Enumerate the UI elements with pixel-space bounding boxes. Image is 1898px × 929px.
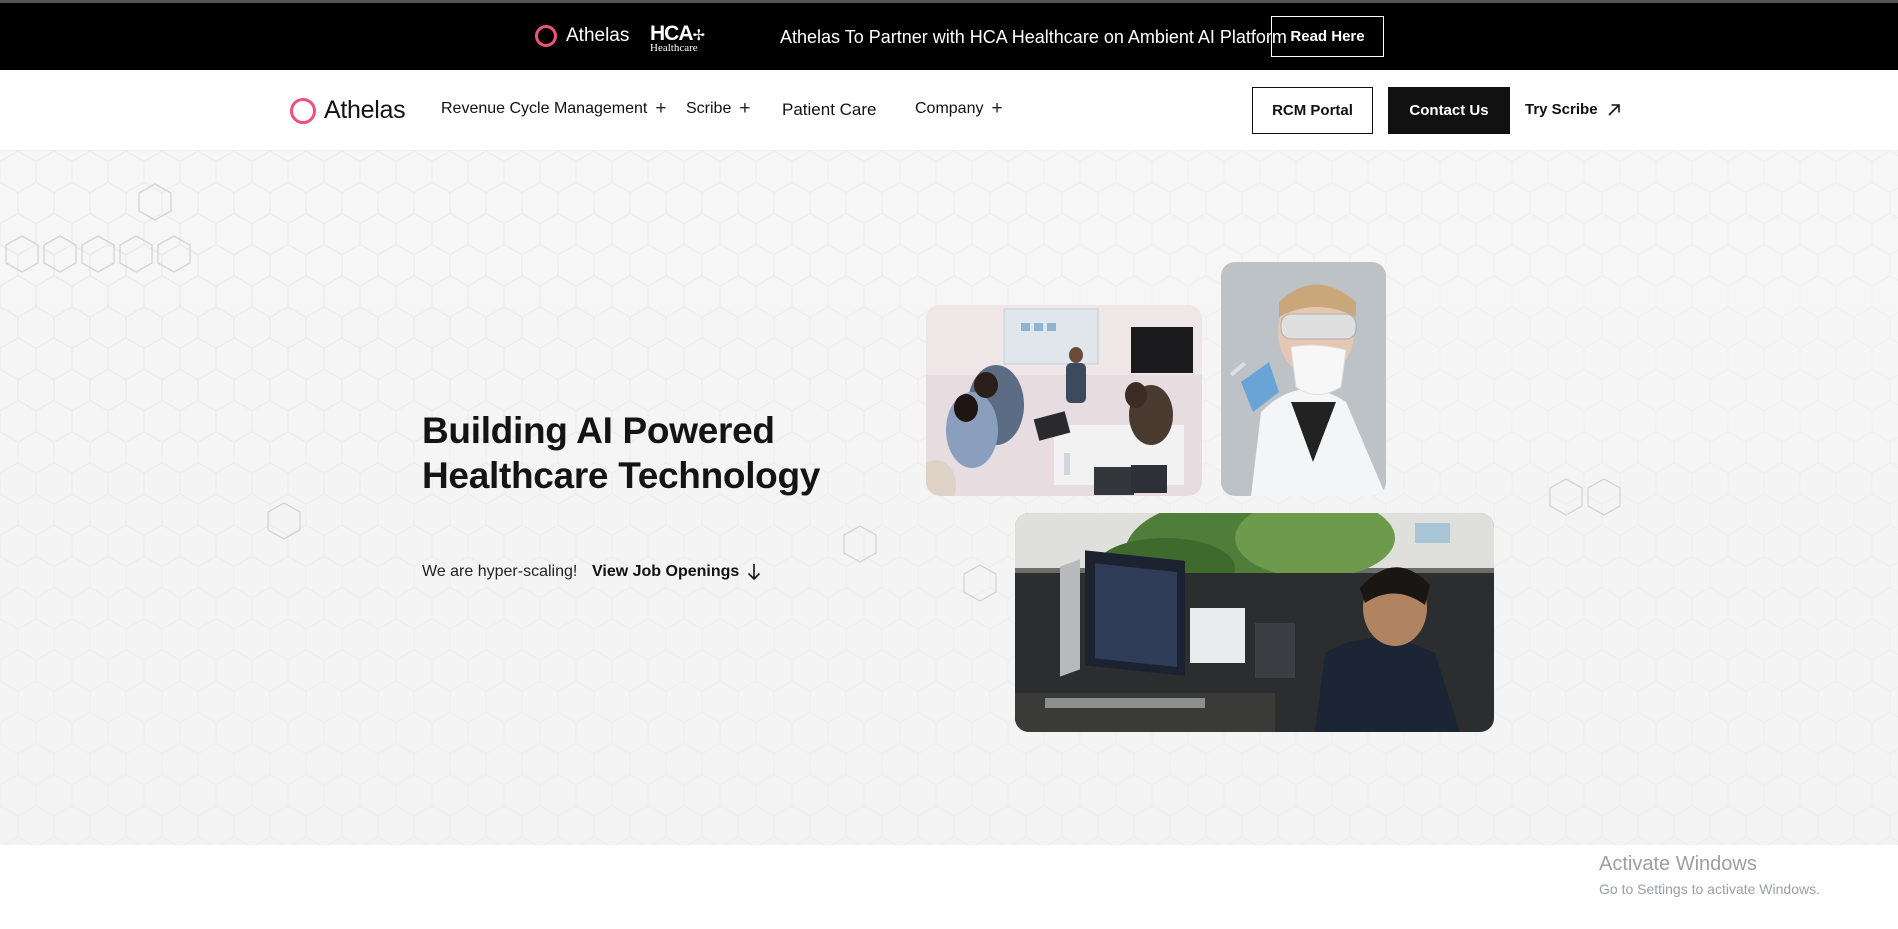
arrow-up-right-icon bbox=[1607, 103, 1620, 116]
engineer-at-desk-photo bbox=[1015, 513, 1494, 732]
nav-item-label: Scribe bbox=[686, 100, 732, 117]
nav-item-company[interactable]: Company + bbox=[915, 97, 1003, 119]
hero-title-line1: Building AI Powered bbox=[422, 410, 775, 451]
hero-title-line2: Healthcare Technology bbox=[422, 455, 821, 496]
plus-icon: + bbox=[655, 97, 667, 119]
nav-item-patient-care[interactable]: Patient Care bbox=[782, 100, 877, 120]
view-job-openings-label: View Job Openings bbox=[592, 563, 740, 580]
watermark-title: Activate Windows bbox=[1599, 853, 1757, 875]
team-meeting-photo bbox=[926, 305, 1202, 496]
hca-logo-subtext: Healthcare bbox=[650, 42, 698, 54]
watermark-subtitle: Go to Settings to activate Windows. bbox=[1599, 881, 1820, 897]
lab-researcher-photo bbox=[1221, 262, 1386, 496]
announcement-headline: Athelas To Partner with HCA Healthcare o… bbox=[780, 27, 1287, 47]
plus-icon: + bbox=[739, 97, 751, 119]
nav-item-label: Company bbox=[915, 100, 984, 117]
view-job-openings-link[interactable]: View Job Openings bbox=[592, 563, 761, 581]
announcement-athelas-logo[interactable]: Athelas bbox=[535, 25, 629, 47]
main-navbar: Athelas Revenue Cycle Management + Scrib… bbox=[0, 70, 1898, 151]
athelas-ring-icon bbox=[290, 97, 316, 124]
athelas-logo[interactable]: Athelas bbox=[290, 96, 406, 125]
nav-item-scribe[interactable]: Scribe + bbox=[686, 97, 751, 119]
try-scribe-link[interactable]: Try Scribe bbox=[1525, 101, 1622, 118]
try-scribe-label: Try Scribe bbox=[1525, 101, 1598, 118]
logo-text: Athelas bbox=[324, 96, 406, 124]
hca-healthcare-logo: HCA✢ Healthcare bbox=[650, 23, 716, 54]
arrow-down-icon bbox=[748, 564, 761, 581]
nav-item-label: Patient Care bbox=[782, 100, 877, 119]
hexagon-pattern-background bbox=[0, 151, 1898, 845]
activate-windows-watermark: Activate Windows Go to Settings to activ… bbox=[1599, 853, 1820, 897]
hero-section: Building AI Powered Healthcare Technolog… bbox=[0, 151, 1898, 845]
rcm-portal-button[interactable]: RCM Portal bbox=[1252, 87, 1373, 134]
hero-title: Building AI Powered Healthcare Technolog… bbox=[422, 408, 872, 498]
nav-item-label: Revenue Cycle Management bbox=[441, 100, 648, 117]
announcement-bar: Athelas HCA✢ Healthcare Athelas To Partn… bbox=[0, 0, 1898, 70]
athelas-ring-icon bbox=[535, 25, 557, 47]
plus-icon: + bbox=[991, 97, 1003, 119]
read-here-button[interactable]: Read Here bbox=[1271, 16, 1384, 57]
announcement-brand-text: Athelas bbox=[566, 25, 630, 46]
nav-item-revenue-cycle-management[interactable]: Revenue Cycle Management + bbox=[441, 97, 667, 119]
contact-us-button[interactable]: Contact Us bbox=[1388, 87, 1510, 134]
hero-tagline: We are hyper-scaling! bbox=[422, 563, 578, 580]
